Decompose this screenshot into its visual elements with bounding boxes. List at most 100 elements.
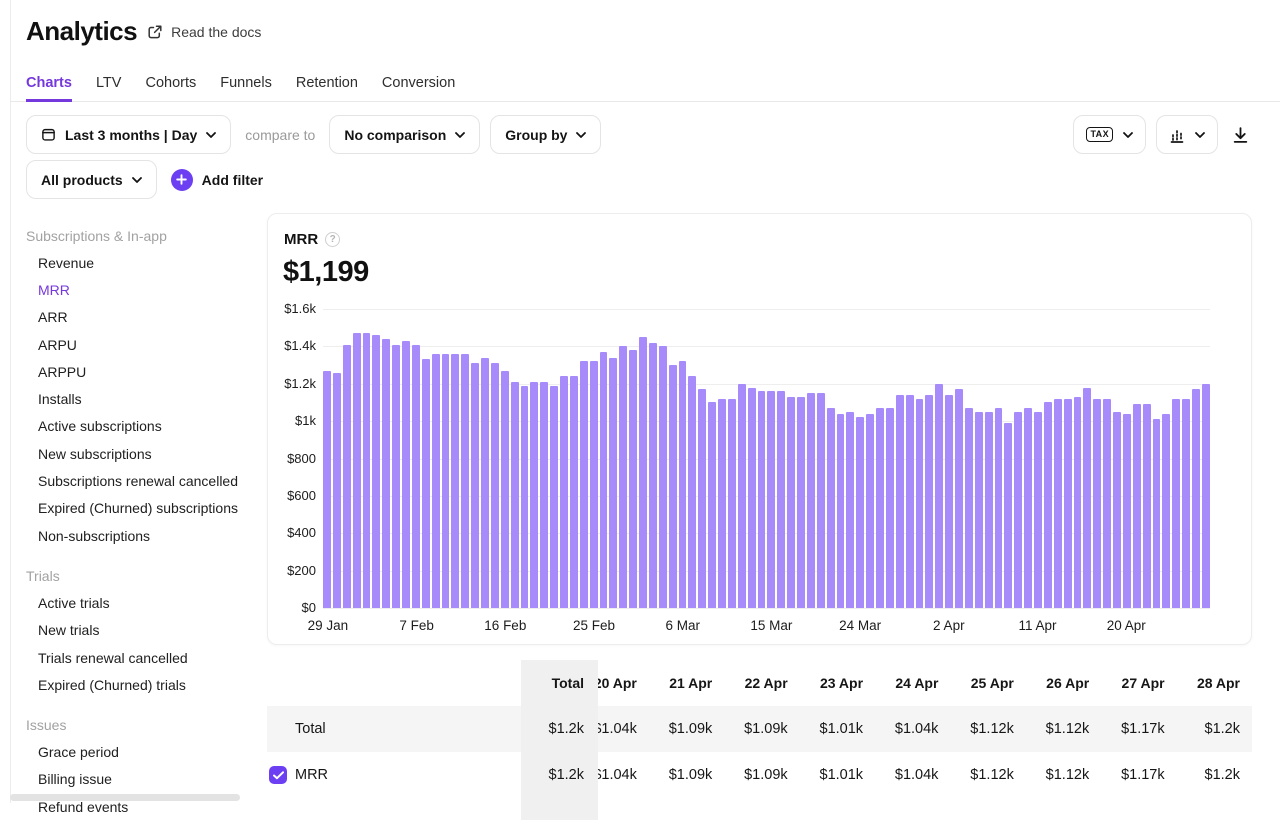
bar[interactable] [1192, 389, 1200, 608]
bar[interactable] [382, 339, 390, 608]
bar[interactable] [846, 412, 854, 608]
bar[interactable] [767, 391, 775, 608]
bar[interactable] [1074, 397, 1082, 608]
bar[interactable] [807, 393, 815, 608]
bar[interactable] [886, 408, 894, 608]
mrr-checkbox[interactable] [269, 766, 287, 784]
bar[interactable] [1123, 414, 1131, 608]
bar[interactable] [1064, 399, 1072, 608]
bar[interactable] [590, 361, 598, 608]
tab-conversion[interactable]: Conversion [382, 68, 455, 102]
bar[interactable] [916, 399, 924, 608]
tab-funnels[interactable]: Funnels [220, 68, 272, 102]
bar[interactable] [1014, 412, 1022, 608]
bar[interactable] [511, 382, 519, 608]
sidebar-item-mrr[interactable]: MRR [26, 276, 251, 303]
bar[interactable] [856, 417, 864, 608]
bar[interactable] [876, 408, 884, 608]
bar[interactable] [629, 350, 637, 608]
bar[interactable] [600, 352, 608, 608]
bar[interactable] [896, 395, 904, 608]
sidebar-item-active-trials[interactable]: Active trials [26, 589, 251, 616]
sidebar-item-billing-issue[interactable]: Billing issue [26, 766, 251, 793]
sidebar-item-arr[interactable]: ARR [26, 304, 251, 331]
table-scroll-viewport[interactable]: 20 Apr$1.04k$1.04k21 Apr$1.09k$1.09k22 A… [521, 660, 1252, 820]
bar[interactable] [1103, 399, 1111, 608]
sidebar-item-installs[interactable]: Installs [26, 385, 251, 412]
bar[interactable] [501, 371, 509, 608]
download-button[interactable] [1228, 122, 1253, 148]
bar[interactable] [530, 382, 538, 608]
bar[interactable] [738, 384, 746, 608]
sidebar-item-non-subscriptions[interactable]: Non-subscriptions [26, 522, 251, 549]
bar[interactable] [817, 393, 825, 608]
sidebar-item-active-subscriptions[interactable]: Active subscriptions [26, 413, 251, 440]
bar[interactable] [728, 399, 736, 608]
bar[interactable] [392, 345, 400, 608]
bar[interactable] [1044, 402, 1052, 608]
bar[interactable] [1202, 384, 1210, 608]
bar[interactable] [570, 376, 578, 608]
bar[interactable] [698, 389, 706, 608]
bar[interactable] [688, 376, 696, 608]
bar[interactable] [580, 361, 588, 608]
bar[interactable] [422, 359, 430, 608]
bar[interactable] [837, 414, 845, 608]
sidebar-item-trials-renewal-cancelled[interactable]: Trials renewal cancelled [26, 644, 251, 671]
bar[interactable] [619, 346, 627, 608]
bar[interactable] [402, 341, 410, 608]
tab-cohorts[interactable]: Cohorts [145, 68, 196, 102]
bar[interactable] [787, 397, 795, 608]
chart-type-dropdown[interactable] [1156, 115, 1218, 154]
bar[interactable] [1182, 399, 1190, 608]
sidebar-item-new-subscriptions[interactable]: New subscriptions [26, 440, 251, 467]
bar[interactable] [995, 408, 1003, 608]
bar[interactable] [521, 386, 529, 608]
bar[interactable] [1034, 412, 1042, 608]
add-filter-button[interactable]: Add filter [171, 169, 263, 191]
bar[interactable] [827, 408, 835, 608]
bar[interactable] [777, 391, 785, 608]
comparison-dropdown[interactable]: No comparison [329, 115, 480, 154]
sidebar-item-grace-period[interactable]: Grace period [26, 738, 251, 765]
sidebar-item-revenue[interactable]: Revenue [26, 249, 251, 276]
bar[interactable] [471, 363, 479, 608]
bar[interactable] [639, 337, 647, 608]
tax-toggle-dropdown[interactable]: TAX [1073, 115, 1146, 154]
products-dropdown[interactable]: All products [26, 160, 157, 199]
bar[interactable] [540, 382, 548, 608]
bar[interactable] [609, 358, 617, 608]
bar[interactable] [1093, 399, 1101, 608]
bar[interactable] [1004, 423, 1012, 608]
bar[interactable] [965, 408, 973, 608]
bar[interactable] [679, 361, 687, 608]
bar[interactable] [659, 346, 667, 608]
bar[interactable] [669, 365, 677, 608]
bar[interactable] [935, 384, 943, 608]
bar[interactable] [442, 354, 450, 608]
bar[interactable] [1133, 404, 1141, 608]
bar[interactable] [343, 345, 351, 608]
bar[interactable] [560, 376, 568, 608]
bar[interactable] [432, 354, 440, 608]
bar[interactable] [1162, 414, 1170, 608]
bar[interactable] [451, 354, 459, 608]
bar[interactable] [708, 402, 716, 608]
bar[interactable] [333, 373, 341, 608]
sidebar-item-new-trials[interactable]: New trials [26, 617, 251, 644]
group-by-dropdown[interactable]: Group by [490, 115, 601, 154]
bar[interactable] [550, 386, 558, 608]
sidebar-item-arpu[interactable]: ARPU [26, 331, 251, 358]
date-range-dropdown[interactable]: Last 3 months | Day [26, 115, 231, 154]
bar[interactable] [461, 354, 469, 608]
bar[interactable] [412, 345, 420, 608]
bar[interactable] [1083, 388, 1091, 609]
bar[interactable] [797, 397, 805, 608]
sidebar-item-subscriptions-renewal-cancelled[interactable]: Subscriptions renewal cancelled [26, 467, 251, 494]
bar[interactable] [866, 414, 874, 608]
sidebar-item-expired-churned-subscriptions[interactable]: Expired (Churned) subscriptions [26, 495, 251, 522]
tab-ltv[interactable]: LTV [96, 68, 122, 102]
sidebar-item-arppu[interactable]: ARPPU [26, 358, 251, 385]
bar[interactable] [945, 395, 953, 608]
bar[interactable] [491, 363, 499, 608]
